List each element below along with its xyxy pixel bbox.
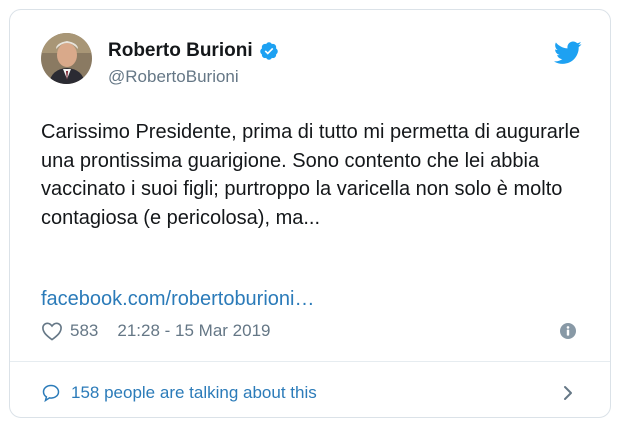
talking-about-this-link[interactable]: 158 people are talking about this — [41, 382, 317, 404]
twitter-bird-icon[interactable] — [554, 41, 582, 65]
tweet-card: Roberto Burioni @RobertoBurioni Carissim… — [9, 9, 611, 418]
author-handle[interactable]: @RobertoBurioni — [108, 67, 239, 87]
divider — [10, 361, 610, 362]
talking-about-text[interactable]: 158 people are talking about this — [71, 382, 317, 404]
tweet-meta: 583 21:28 - 15 Mar 2019 — [41, 320, 270, 342]
avatar[interactable] — [41, 33, 92, 84]
chevron-right-icon[interactable] — [561, 383, 575, 403]
tweet-timestamp[interactable]: 21:28 - 15 Mar 2019 — [117, 320, 270, 342]
info-icon[interactable] — [560, 323, 576, 339]
tweet-link[interactable]: facebook.com/robertoburioni… — [41, 285, 314, 313]
author-name-row[interactable]: Roberto Burioni — [108, 40, 279, 62]
speech-bubble-icon — [42, 384, 60, 403]
avatar-image — [41, 33, 92, 84]
heart-icon[interactable] — [41, 321, 63, 341]
author-name[interactable]: Roberto Burioni — [108, 40, 253, 62]
verified-badge-icon — [259, 42, 278, 60]
tweet-text: Carissimo Presidente, prima di tutto mi … — [41, 121, 581, 229]
like-count[interactable]: 583 — [70, 320, 98, 342]
